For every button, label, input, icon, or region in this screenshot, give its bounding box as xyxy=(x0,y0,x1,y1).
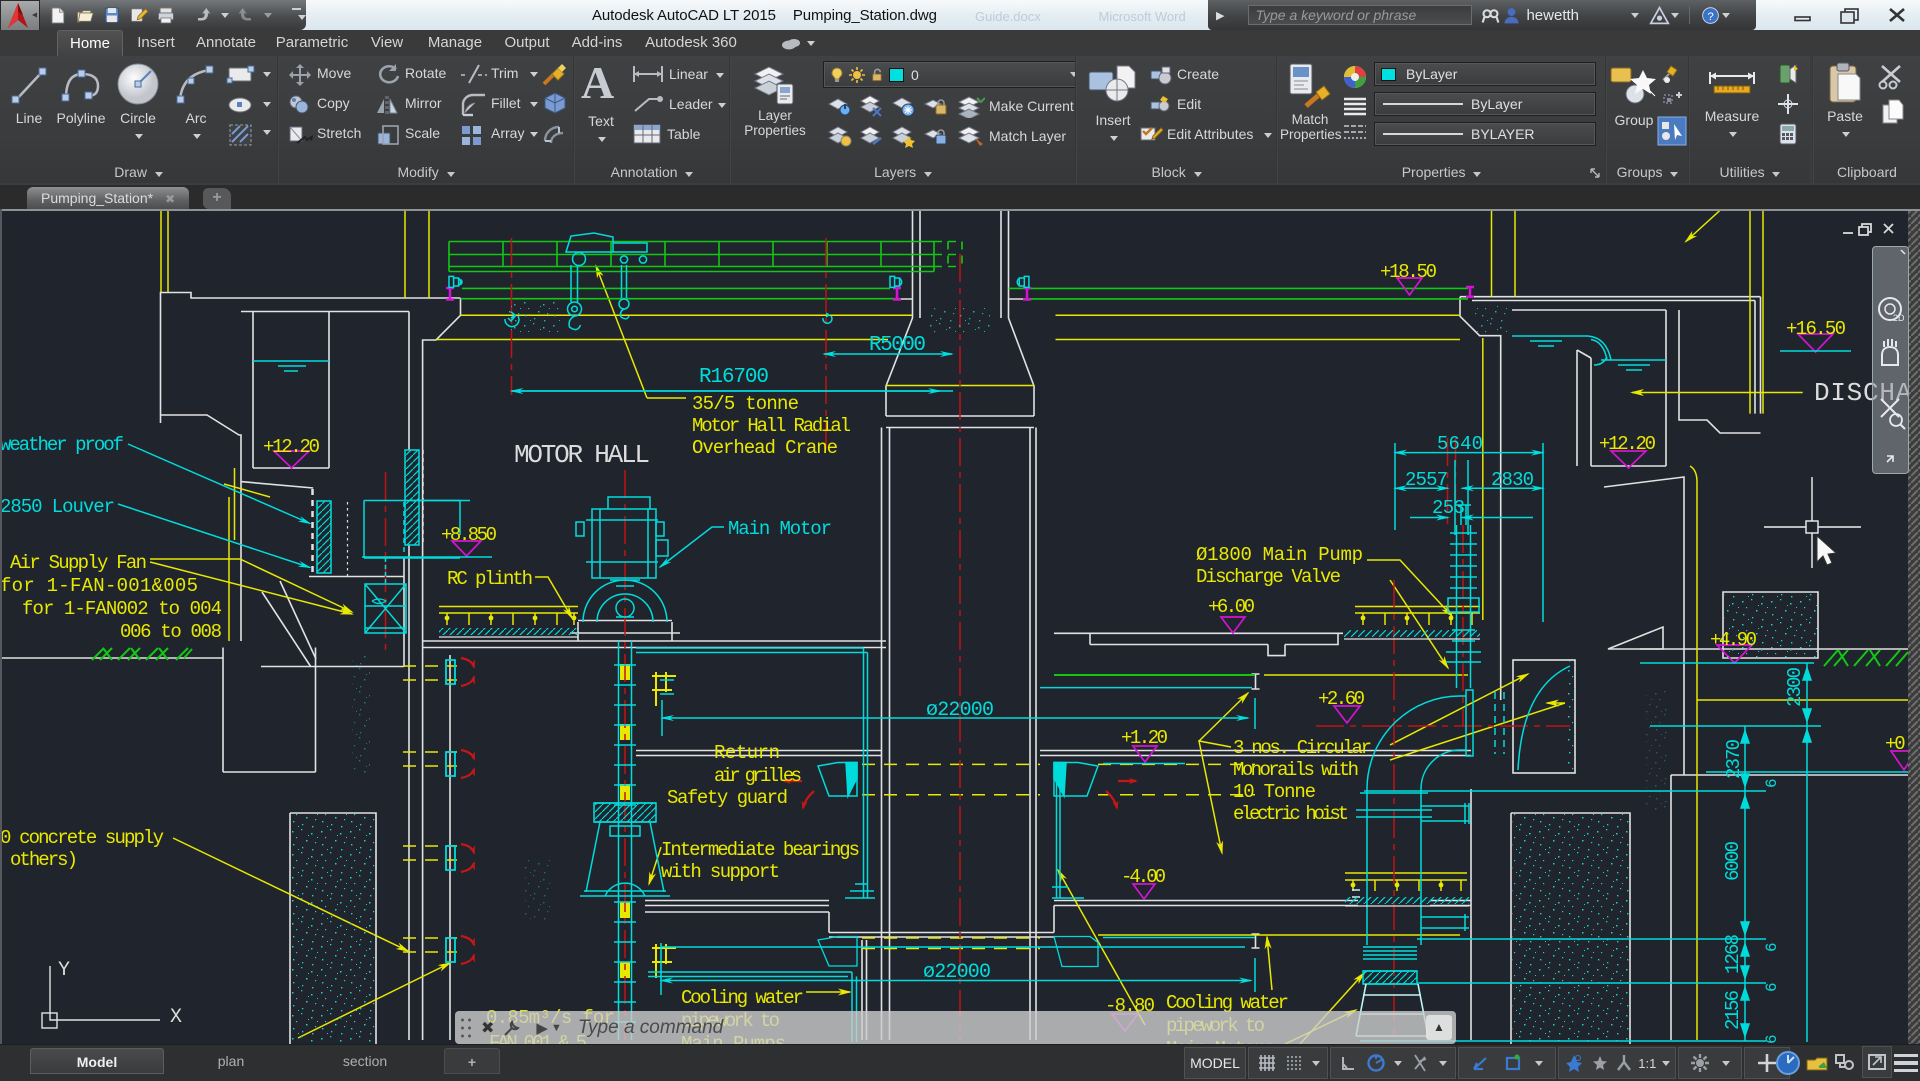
svg-text:2D: 2D xyxy=(1893,313,1905,323)
svg-text:Air Supply Fan: Air Supply Fan xyxy=(10,552,147,574)
svg-text:+12.20: +12.20 xyxy=(1599,433,1656,455)
svg-text:MOTOR HALL: MOTOR HALL xyxy=(514,440,650,470)
svg-text:+4.90: +4.90 xyxy=(1710,629,1757,651)
svg-text:others): others) xyxy=(10,849,78,871)
svg-text:weather proof: weather proof xyxy=(0,434,124,456)
svg-text:2830: 2830 xyxy=(1491,469,1534,491)
svg-text:Ø1800 Main Pump: Ø1800 Main Pump xyxy=(1196,544,1363,566)
svg-text:2156: 2156 xyxy=(1722,990,1744,1030)
svg-text:2850 Louver: 2850 Louver xyxy=(0,496,115,518)
svg-text:with support: with support xyxy=(661,861,780,883)
svg-text:006 to 008: 006 to 008 xyxy=(120,621,222,643)
svg-text:10 Tonne: 10 Tonne xyxy=(1233,781,1316,803)
svg-text:1268: 1268 xyxy=(1722,934,1744,974)
svg-text:Discharge Valve: Discharge Valve xyxy=(1196,566,1341,588)
svg-text:+2.60: +2.60 xyxy=(1318,688,1365,710)
svg-text:X: X xyxy=(170,1006,182,1029)
svg-text:+8.850: +8.850 xyxy=(441,524,497,546)
svg-text:5640: 5640 xyxy=(1437,433,1483,455)
svg-text:electric hoist: electric hoist xyxy=(1233,803,1349,825)
svg-text:0 concrete supply: 0 concrete supply xyxy=(0,827,164,849)
svg-text:Cooling water: Cooling water xyxy=(681,987,804,1009)
svg-text:Motor Hall Radial: Motor Hall Radial xyxy=(692,415,851,437)
svg-text:Y: Y xyxy=(58,959,70,982)
svg-text:Monorails with: Monorails with xyxy=(1233,759,1359,781)
svg-text:2370: 2370 xyxy=(1723,739,1745,779)
svg-text:+6.00: +6.00 xyxy=(1208,596,1255,618)
svg-text:R5000: R5000 xyxy=(869,334,926,357)
svg-text:+1.20: +1.20 xyxy=(1121,727,1168,749)
svg-text:253: 253 xyxy=(1432,497,1465,519)
svg-text:Return: Return xyxy=(714,742,780,764)
svg-text:+16.50: +16.50 xyxy=(1786,318,1846,340)
svg-text:R16700: R16700 xyxy=(699,366,769,389)
svg-text:air grilles: air grilles xyxy=(714,765,802,787)
svg-text:for 1-FAN-001&005: for 1-FAN-001&005 xyxy=(0,575,198,597)
svg-text:Overhead Crane: Overhead Crane xyxy=(692,437,838,459)
svg-text:6: 6 xyxy=(1763,982,1781,992)
svg-text:6000: 6000 xyxy=(1722,841,1744,881)
svg-text:+18.50: +18.50 xyxy=(1380,261,1437,283)
svg-text:+12.20: +12.20 xyxy=(263,436,320,458)
svg-text:Intermediate bearings: Intermediate bearings xyxy=(661,839,860,861)
svg-text:Safety guard: Safety guard xyxy=(667,787,788,809)
svg-text:ø22000: ø22000 xyxy=(926,699,994,722)
svg-text:for 1-FAN002 to 004: for 1-FAN002 to 004 xyxy=(22,598,222,620)
svg-text:6: 6 xyxy=(1763,1034,1781,1044)
svg-text:6: 6 xyxy=(1763,942,1781,952)
svg-text:?: ? xyxy=(1707,10,1713,22)
svg-text:3 nos. Circular: 3 nos. Circular xyxy=(1233,737,1372,759)
svg-text:RC plinth: RC plinth xyxy=(447,568,533,590)
svg-text:2557: 2557 xyxy=(1405,469,1448,491)
svg-text:ø22000: ø22000 xyxy=(923,961,991,984)
svg-text:6: 6 xyxy=(1763,778,1781,788)
svg-text:35/5 tonne: 35/5 tonne xyxy=(692,393,799,415)
svg-text:-4.00: -4.00 xyxy=(1121,866,1166,888)
svg-text:2300: 2300 xyxy=(1784,667,1806,707)
svg-text:Main Motor: Main Motor xyxy=(728,518,832,540)
